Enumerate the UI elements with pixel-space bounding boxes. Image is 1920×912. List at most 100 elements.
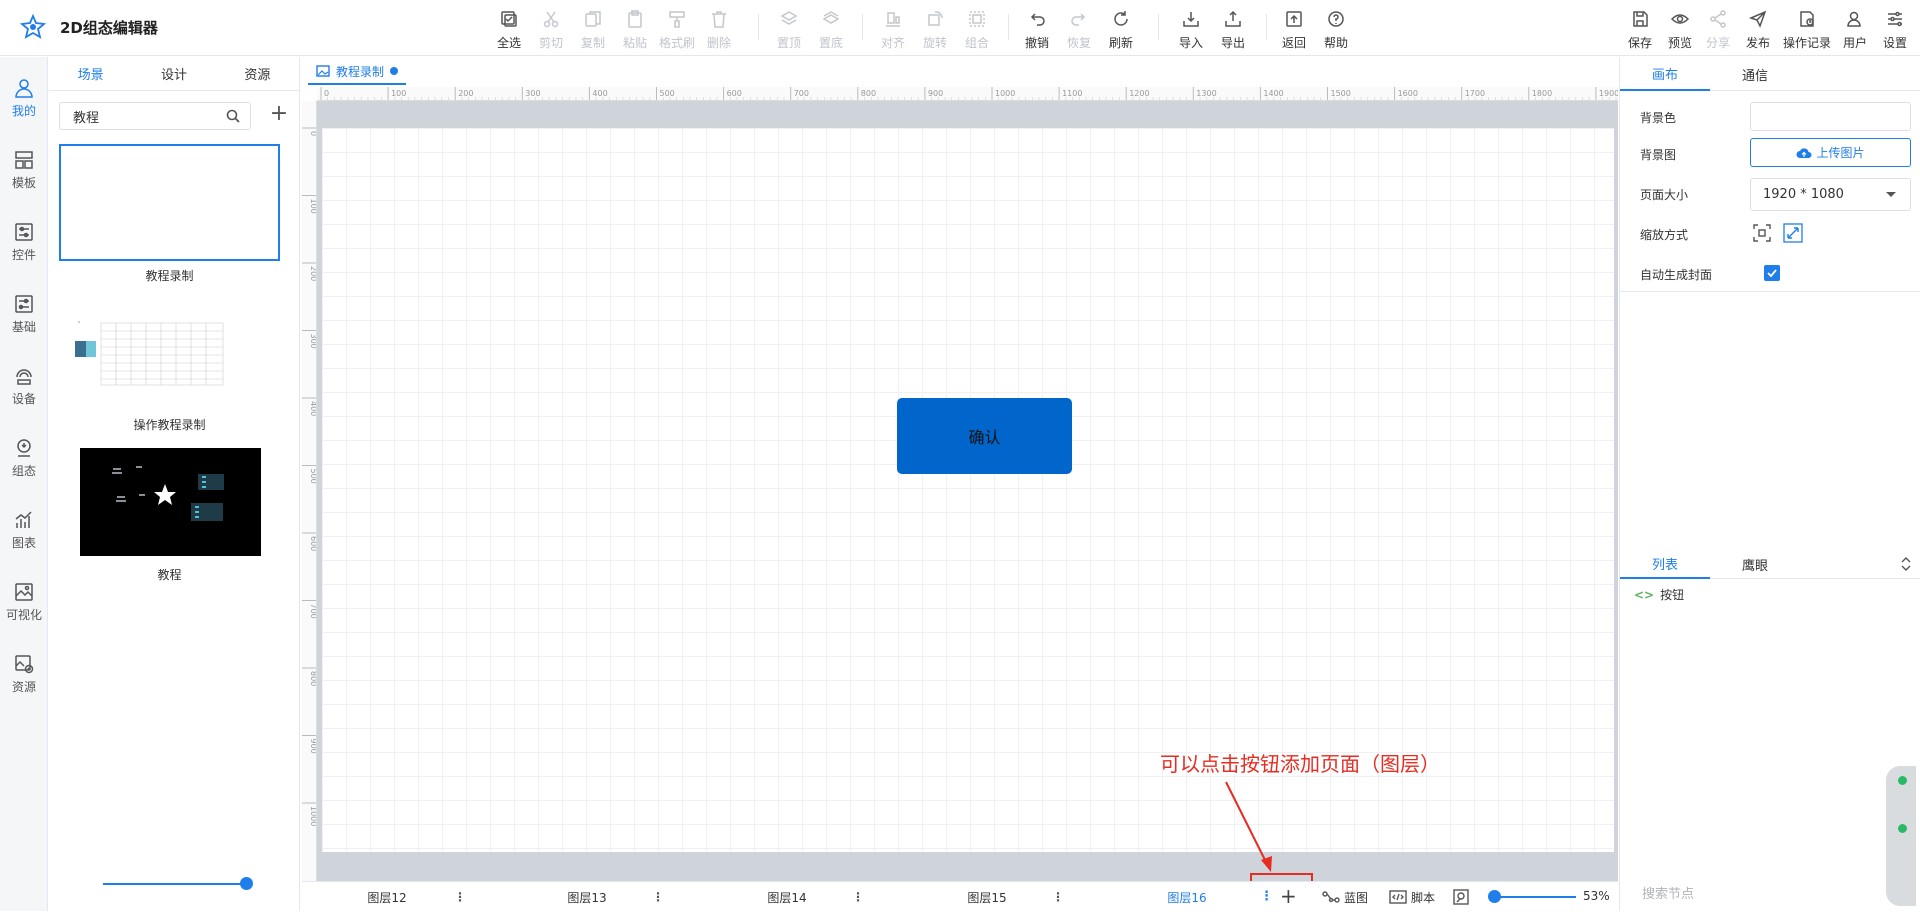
auto-cover-checkbox[interactable] — [1764, 265, 1780, 281]
layer-more-icon[interactable]: ⋮ — [1260, 889, 1273, 904]
zoom-slider-handle[interactable] — [1488, 890, 1501, 903]
scene-thumbnail[interactable] — [74, 313, 255, 395]
tree-item-button[interactable]: <> 按钮 — [1634, 586, 1684, 603]
bg-color-input[interactable] — [1750, 102, 1911, 131]
page-size-value: 1920 * 1080 — [1763, 187, 1844, 202]
toolbar-edit-group: 全选 剪切 复制 粘贴 格式刷 删除 — [488, 8, 740, 51]
save-button[interactable]: 保存 — [1619, 8, 1661, 51]
import-label: 导入 — [1178, 36, 1203, 50]
nav-item-template[interactable]: 模板 — [0, 149, 48, 191]
my-icon — [15, 79, 33, 98]
back-button[interactable]: 返回 — [1273, 8, 1315, 51]
layer-tab-active[interactable]: 图层16 — [1102, 882, 1272, 912]
share-button[interactable]: 分享 — [1699, 8, 1737, 51]
blueprint-icon — [1322, 891, 1340, 903]
copy-button[interactable]: 复制 — [572, 8, 614, 51]
thumbnail-size-slider-handle[interactable] — [240, 877, 253, 890]
settings-button[interactable]: 设置 — [1875, 8, 1915, 51]
floating-widget[interactable] — [1886, 766, 1916, 906]
nav-item-device[interactable]: 设备 — [0, 365, 48, 407]
fit-screen-button[interactable] — [1452, 888, 1470, 906]
ruler-label: 0 — [324, 89, 329, 98]
tab-design[interactable]: 设计 — [132, 57, 215, 90]
zoom-slider-track[interactable] — [1492, 896, 1576, 898]
layer-tab[interactable]: 图层14 ⋮ — [702, 882, 872, 912]
component-icon: <> — [1634, 587, 1655, 602]
scene-thumbnail-selected[interactable] — [59, 144, 280, 261]
publish-button[interactable]: 发布 — [1737, 8, 1779, 51]
nav-item-scada[interactable]: 组态 — [0, 437, 48, 479]
nav-item-visualization[interactable]: 可视化 — [0, 581, 48, 623]
ruler-label: 1700 — [1465, 89, 1485, 98]
nav-label: 组态 — [11, 464, 36, 478]
layer-tab[interactable]: 图层15 ⋮ — [902, 882, 1072, 912]
expand-collapse-icon[interactable] — [1900, 557, 1912, 571]
nav-label: 我的 — [11, 104, 36, 118]
save-icon — [1633, 11, 1648, 27]
user-icon — [1847, 11, 1861, 27]
layer-tab[interactable]: 图层12 ⋮ — [302, 882, 472, 912]
scale-stretch-icon[interactable] — [1783, 223, 1803, 243]
search-node-input[interactable]: 搜索节点 — [1642, 883, 1694, 902]
property-tabs: 画布 通信 — [1620, 57, 1920, 91]
redo-button[interactable]: 恢复 — [1058, 8, 1100, 51]
save-label: 保存 — [1627, 36, 1652, 50]
blueprint-button[interactable]: 蓝图 — [1322, 888, 1368, 906]
nav-item-control[interactable]: 控件 — [0, 221, 48, 263]
thumbnail-size-slider-track[interactable] — [103, 883, 247, 885]
ruler-label: 300 — [525, 89, 540, 98]
tab-scene[interactable]: 场景 — [49, 57, 132, 90]
format-brush-button[interactable]: 格式刷 — [656, 8, 698, 51]
upload-image-button[interactable]: 上传图片 — [1750, 138, 1911, 167]
tab-canvas[interactable]: 画布 — [1620, 57, 1710, 91]
layer-more-icon[interactable]: ⋮ — [454, 890, 466, 904]
scale-fit-icon[interactable] — [1752, 223, 1772, 243]
bg-image-label: 背景图 — [1640, 148, 1677, 162]
send-bottom-button[interactable]: 置底 — [810, 8, 852, 51]
export-button[interactable]: 导出 — [1212, 8, 1254, 51]
toolbar-separator — [1158, 14, 1159, 40]
import-button[interactable]: 导入 — [1170, 8, 1212, 51]
layer-more-icon[interactable]: ⋮ — [852, 890, 864, 904]
tab-communication[interactable]: 通信 — [1710, 57, 1800, 91]
preview-icon — [1670, 14, 1690, 24]
help-button[interactable]: 帮助 — [1315, 8, 1357, 51]
cut-button[interactable]: 剪切 — [530, 8, 572, 51]
page-size-select[interactable]: 1920 * 1080 — [1750, 178, 1911, 211]
paste-button[interactable]: 粘贴 — [614, 8, 656, 51]
preview-button[interactable]: 预览 — [1661, 8, 1699, 51]
rotate-button[interactable]: 旋转 — [914, 8, 956, 51]
tab-resource[interactable]: 资源 — [216, 57, 299, 90]
nav-item-resource[interactable]: 资源 — [0, 653, 48, 695]
tab-list[interactable]: 列表 — [1620, 549, 1710, 579]
undo-button[interactable]: 撤销 — [1016, 8, 1058, 51]
visualization-icon — [15, 583, 33, 601]
canvas-confirm-button[interactable]: 确认 — [897, 398, 1072, 474]
layer-tab[interactable]: 图层13 ⋮ — [502, 882, 672, 912]
history-button[interactable]: 操作记录 — [1779, 8, 1835, 51]
refresh-button[interactable]: 刷新 — [1100, 8, 1142, 51]
canvas-page[interactable] — [322, 128, 1614, 852]
add-scene-button[interactable]: + — [267, 103, 291, 127]
ruler-horizontal-scale: 0 100 200 300 400 500 600 700 800 900 1000 1100 1200… — [320, 87, 1618, 100]
scene-search-input[interactable] — [59, 102, 251, 130]
format-brush-label: 格式刷 — [658, 36, 695, 50]
group-button[interactable]: 组合 — [956, 8, 998, 51]
select-all-button[interactable]: 全选 — [488, 8, 530, 51]
add-layer-button[interactable]: + — [1280, 884, 1297, 908]
nav-item-my[interactable]: 我的 — [0, 77, 48, 119]
nav-item-basic[interactable]: 基础 — [0, 293, 48, 335]
layer-more-icon[interactable]: ⋮ — [1052, 890, 1064, 904]
document-tab[interactable]: 教程录制 — [308, 59, 407, 85]
search-icon[interactable] — [225, 108, 241, 124]
scene-thumbnail[interactable] — [80, 448, 261, 556]
tab-eagle-eye[interactable]: 鹰眼 — [1710, 549, 1800, 579]
script-button[interactable]: 脚本 — [1389, 888, 1435, 906]
delete-button[interactable]: 删除 — [698, 8, 740, 51]
bring-top-button[interactable]: 置顶 — [768, 8, 810, 51]
align-button[interactable]: 对齐 — [872, 8, 914, 51]
layer-more-icon[interactable]: ⋮ — [652, 890, 664, 904]
user-button[interactable]: 用户 — [1835, 8, 1875, 51]
nav-item-chart[interactable]: 图表 — [0, 509, 48, 551]
toolbar-separator — [862, 14, 863, 40]
